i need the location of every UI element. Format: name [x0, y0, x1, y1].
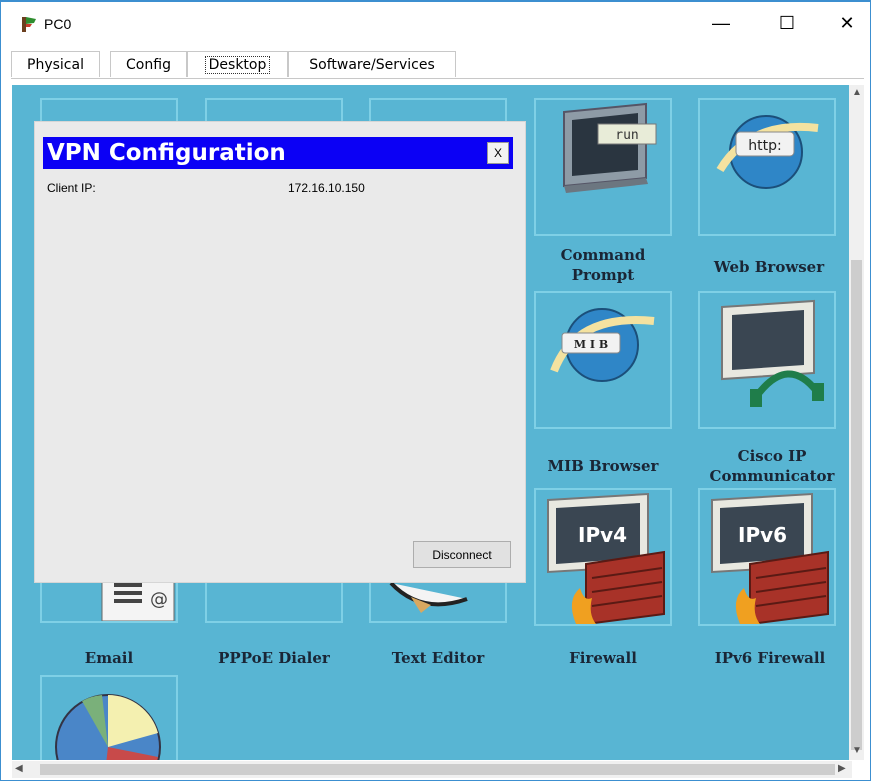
tab-desktop[interactable]: Desktop: [187, 51, 288, 77]
tile-label-text-editor: Text Editor: [391, 649, 485, 667]
ip-communicator-icon: [721, 299, 824, 407]
title-bar[interactable]: PC0 — ☐ ✕: [1, 2, 870, 46]
minimize-icon: —: [712, 12, 730, 33]
tile-firewall[interactable]: IPv4: [534, 488, 672, 626]
run-text: run: [615, 128, 638, 143]
tab-config[interactable]: Config: [110, 51, 187, 77]
maximize-icon: ☐: [778, 12, 796, 33]
horizontal-scroll-thumb[interactable]: [40, 764, 835, 775]
tile-mib-browser[interactable]: M I B: [534, 291, 672, 429]
window-title: PC0: [44, 16, 72, 32]
scroll-left-icon[interactable]: ◀: [15, 763, 23, 774]
command-prompt-icon: run: [563, 102, 657, 193]
scroll-right-icon[interactable]: ▶: [838, 763, 846, 774]
close-button[interactable]: ✕: [827, 8, 867, 38]
tab-physical[interactable]: Physical: [11, 51, 100, 77]
vpn-title: VPN Configuration: [47, 140, 286, 166]
mib-browser-icon: M I B: [550, 308, 655, 382]
svg-text:@: @: [150, 589, 168, 610]
tile-label-firewall: Firewall: [569, 649, 637, 667]
tab-software-services[interactable]: Software/Services: [288, 51, 456, 77]
tile-label-email: Email: [84, 649, 134, 667]
tile-command-prompt[interactable]: run: [534, 98, 672, 236]
horizontal-scrollbar[interactable]: ◀ ▶: [12, 761, 852, 778]
tile-label-pppoe-dialer: PPPoE Dialer: [218, 649, 330, 667]
traffic-generator-icon: [55, 694, 161, 760]
mib-text: M I B: [574, 338, 608, 351]
disconnect-button[interactable]: Disconnect: [413, 541, 511, 568]
tile-label-cisco-ip-communicator: Cisco IP Communicator: [709, 447, 835, 485]
tile-traffic-generator[interactable]: [40, 675, 178, 760]
ipv6-firewall-icon: IPv6: [711, 492, 829, 626]
web-browser-icon: http:: [716, 115, 819, 189]
http-text: http:: [748, 138, 781, 154]
ipv6-text: IPv6: [738, 523, 787, 547]
minimize-button[interactable]: —: [701, 8, 741, 38]
client-ip-label: Client IP:: [47, 181, 96, 195]
tile-label-mib-browser: MIB Browser: [547, 457, 659, 475]
close-x-icon: X: [493, 146, 502, 160]
tile-label-command-prompt: Command Prompt: [560, 246, 646, 284]
tile-cisco-ip-communicator[interactable]: [698, 291, 836, 429]
tab-divider: [11, 78, 864, 79]
app-window: PC0 — ☐ ✕ Physical Config Desktop Softwa…: [0, 0, 871, 781]
close-icon: ✕: [839, 12, 855, 33]
firewall-icon: IPv4: [547, 492, 665, 626]
tile-label-web-browser: Web Browser: [713, 258, 825, 276]
pc-app-icon: [22, 17, 36, 32]
vertical-scrollbar[interactable]: ▲ ▼: [849, 85, 864, 760]
tile-web-browser[interactable]: http:: [698, 98, 836, 236]
vertical-scroll-thumb[interactable]: [851, 260, 862, 750]
client-ip-value: 172.16.10.150: [288, 181, 365, 195]
maximize-button[interactable]: ☐: [767, 8, 807, 38]
ipv4-text: IPv4: [578, 523, 627, 547]
scroll-up-icon[interactable]: ▲: [852, 87, 862, 98]
vpn-configuration-dialog: VPN Configuration X Client IP: 172.16.10…: [34, 121, 526, 583]
vpn-header: VPN Configuration X: [43, 137, 513, 169]
tile-label-ipv6-firewall: IPv6 Firewall: [714, 649, 826, 667]
vpn-close-button[interactable]: X: [487, 142, 509, 164]
scroll-down-icon[interactable]: ▼: [852, 745, 862, 756]
tile-ipv6-firewall[interactable]: IPv6: [698, 488, 836, 626]
